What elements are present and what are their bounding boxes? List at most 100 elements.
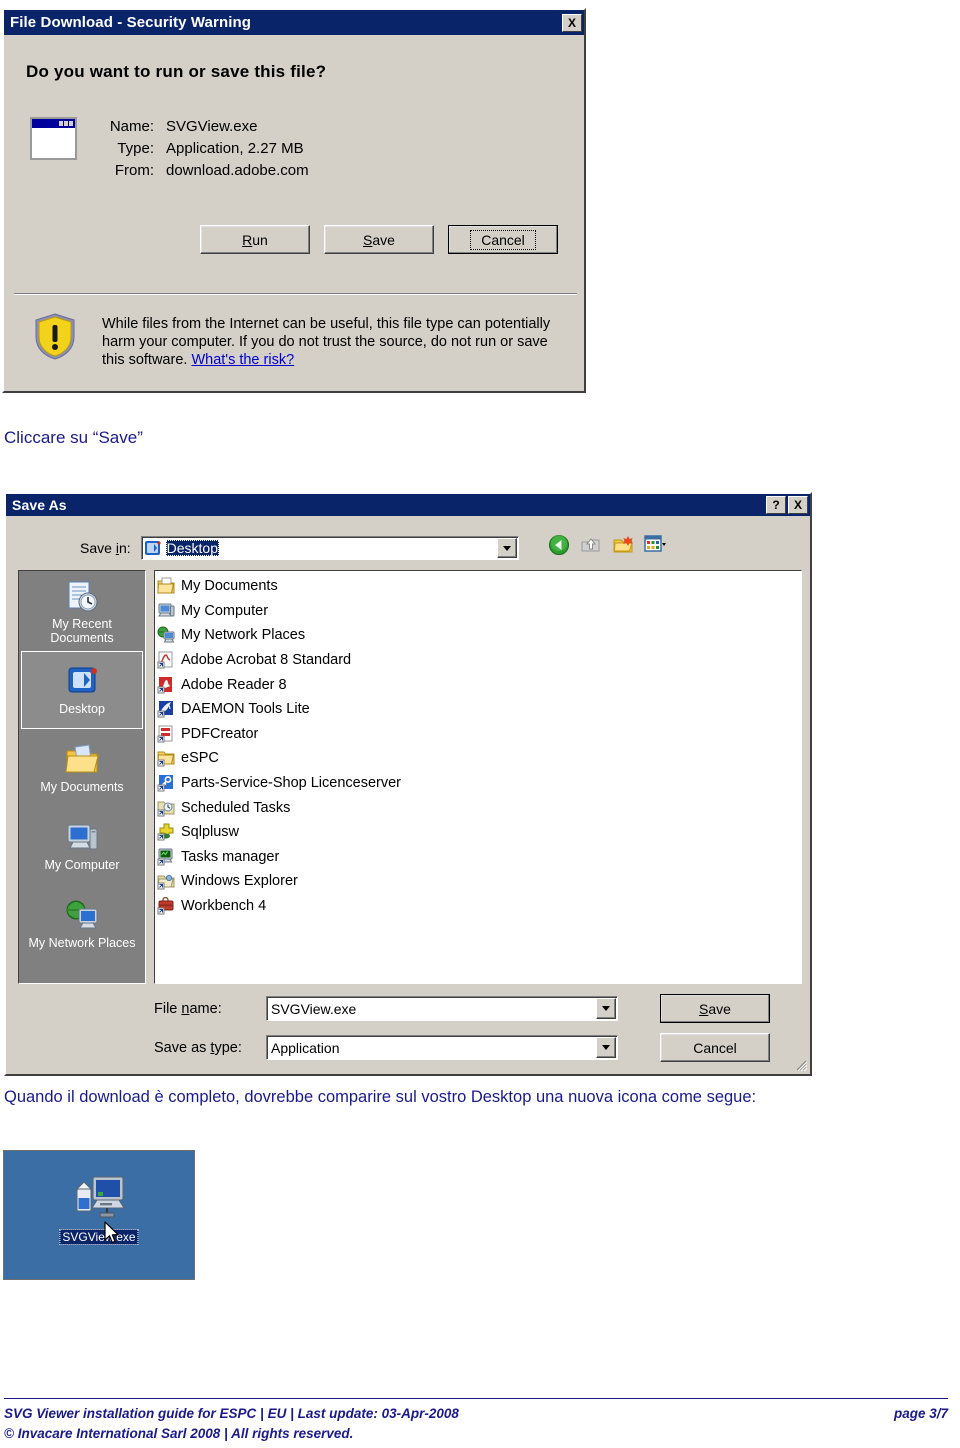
footer-copyright: © Invacare International Sarl 2008 | All… [4, 1426, 354, 1441]
list-item-label: Workbench 4 [181, 898, 267, 915]
my-documents-icon [65, 744, 99, 772]
list-item-label: Adobe Acrobat 8 Standard [181, 652, 352, 669]
list-item[interactable]: My Network Places [157, 623, 801, 648]
desktop-icon-label: SVGView.exe [59, 1229, 139, 1245]
resize-grip-icon[interactable] [793, 1057, 807, 1071]
saveas-cancel-button[interactable]: Cancel [660, 1033, 770, 1062]
my-network-places-icon [66, 900, 98, 928]
my-computer-icon [158, 603, 175, 617]
list-item[interactable]: eSPC [157, 746, 801, 771]
list-item-label: Tasks manager [181, 848, 280, 865]
views-icon[interactable] [644, 534, 666, 556]
list-item[interactable]: Workbench 4 [157, 894, 801, 919]
file-name-value: SVGView.exe [271, 1000, 357, 1017]
list-item[interactable]: Tasks manager [157, 845, 801, 870]
save-as-type-row: Save as type: Application Cancel [154, 1033, 802, 1062]
svgview-exe-desktop-icon[interactable] [67, 1171, 131, 1227]
footer-guide-info: SVG Viewer installation guide for ESPC |… [4, 1406, 459, 1421]
list-item[interactable]: PDFCreator [157, 722, 801, 747]
run-button[interactable]: Run [200, 225, 310, 254]
saveas-save-button[interactable]: Save [660, 994, 770, 1023]
daemon-tools-shortcut-icon [157, 701, 173, 718]
list-item-label: DAEMON Tools Lite [181, 701, 310, 718]
recent-documents-icon [68, 581, 98, 611]
detail-label: Name: [109, 118, 154, 135]
cancel-button[interactable]: Cancel [448, 225, 558, 254]
my-computer-icon [67, 824, 98, 849]
place-label: My Documents [40, 779, 124, 794]
detail-value: SVGView.exe [166, 118, 258, 135]
download-file-details: Name: SVGView.exe Type: Application, 2.2… [100, 118, 309, 184]
saveas-titlebar[interactable]: Save As ? X [6, 494, 810, 516]
saveas-title: Save As [12, 497, 67, 513]
saveas-bottom-section: File name: SVGView.exe Save Save as type… [154, 994, 802, 1072]
place-my-computer[interactable]: My Computer [21, 807, 143, 885]
chevron-down-icon[interactable] [596, 998, 616, 1019]
my-network-places-icon [157, 626, 175, 643]
warning-shield-icon [34, 313, 76, 360]
up-one-level-icon[interactable] [580, 534, 602, 556]
list-item-label: Sqlplusw [181, 824, 240, 841]
sqlplus-shortcut-icon [157, 823, 174, 841]
list-item[interactable]: Parts-Service-Shop Licenceserver [157, 771, 801, 796]
close-icon[interactable]: X [562, 13, 582, 32]
list-item[interactable]: Sqlplusw [157, 820, 801, 845]
list-item[interactable]: DAEMON Tools Lite [157, 697, 801, 722]
list-item-label: Scheduled Tasks [181, 799, 291, 816]
save-in-row: Save in: Desktop [80, 536, 519, 560]
caption-click-save: Cliccare su “Save” [4, 428, 143, 447]
place-label: Desktop [59, 701, 105, 716]
place-desktop[interactable]: Desktop [21, 651, 143, 729]
windows-explorer-shortcut-icon [157, 875, 175, 890]
file-name-row: File name: SVGView.exe Save [154, 994, 802, 1023]
create-new-folder-icon[interactable] [612, 534, 634, 556]
list-item[interactable]: Adobe Reader 8 [157, 672, 801, 697]
close-icon[interactable]: X [788, 496, 808, 514]
download-warning-text: While files from the Internet can be use… [102, 315, 572, 369]
footer-divider [4, 1398, 948, 1399]
footer-page-number: page 3/7 [893, 1406, 948, 1421]
help-icon[interactable]: ? [766, 496, 786, 514]
divider [14, 293, 577, 295]
detail-label: Type: [117, 140, 154, 157]
workbench-shortcut-icon [157, 897, 174, 915]
desktop-screenshot: SVGView.exe [3, 1150, 195, 1280]
list-item[interactable]: Scheduled Tasks [157, 795, 801, 820]
download-dialog-titlebar[interactable]: File Download - Security Warning X [4, 10, 584, 35]
save-in-combobox[interactable]: Desktop [140, 536, 519, 560]
download-dialog-title: File Download - Security Warning [10, 14, 251, 31]
file-list[interactable]: My Documents My Computer My Network Plac… [154, 570, 802, 984]
list-item-label: My Computer [181, 602, 269, 619]
save-in-label: Save in: [80, 540, 131, 556]
place-my-recent-documents[interactable]: My Recent Documents [21, 573, 143, 651]
list-item[interactable]: Windows Explorer [157, 869, 801, 894]
detail-value: download.adobe.com [166, 162, 309, 179]
back-icon[interactable] [548, 534, 570, 556]
place-label: My Recent Documents [50, 616, 114, 645]
save-button[interactable]: Save [324, 225, 434, 254]
chevron-down-icon[interactable] [496, 538, 517, 558]
download-dialog-buttons: Run Save Cancel [200, 225, 558, 254]
place-my-documents[interactable]: My Documents [21, 729, 143, 807]
list-item[interactable]: My Documents [157, 574, 801, 599]
list-item-label: Parts-Service-Shop Licenceserver [181, 775, 402, 792]
folder-shortcut-icon [157, 751, 175, 767]
chevron-down-icon[interactable] [596, 1037, 616, 1058]
detail-row-name: Name: SVGView.exe [100, 118, 309, 135]
place-my-network-places[interactable]: My Network Places [21, 885, 143, 963]
download-question-text: Do you want to run or save this file? [26, 62, 327, 81]
whats-the-risk-link[interactable]: What's the risk? [191, 352, 294, 368]
place-label: My Network Places [28, 935, 136, 950]
save-as-type-select[interactable]: Application [266, 1035, 618, 1060]
list-item[interactable]: Adobe Acrobat 8 Standard [157, 648, 801, 673]
list-item-label: Adobe Reader 8 [181, 676, 287, 693]
desktop-icon [68, 667, 97, 692]
warning-body: While files from the Internet can be use… [102, 316, 551, 368]
pdfcreator-shortcut-icon [157, 725, 173, 743]
save-in-value: Desktop [165, 540, 219, 556]
key-shortcut-icon [157, 775, 173, 792]
file-download-security-warning-dialog: File Download - Security Warning X Do yo… [2, 8, 586, 393]
list-item[interactable]: My Computer [157, 599, 801, 624]
file-name-input[interactable]: SVGView.exe [266, 996, 618, 1021]
list-item-label: eSPC [181, 750, 219, 767]
